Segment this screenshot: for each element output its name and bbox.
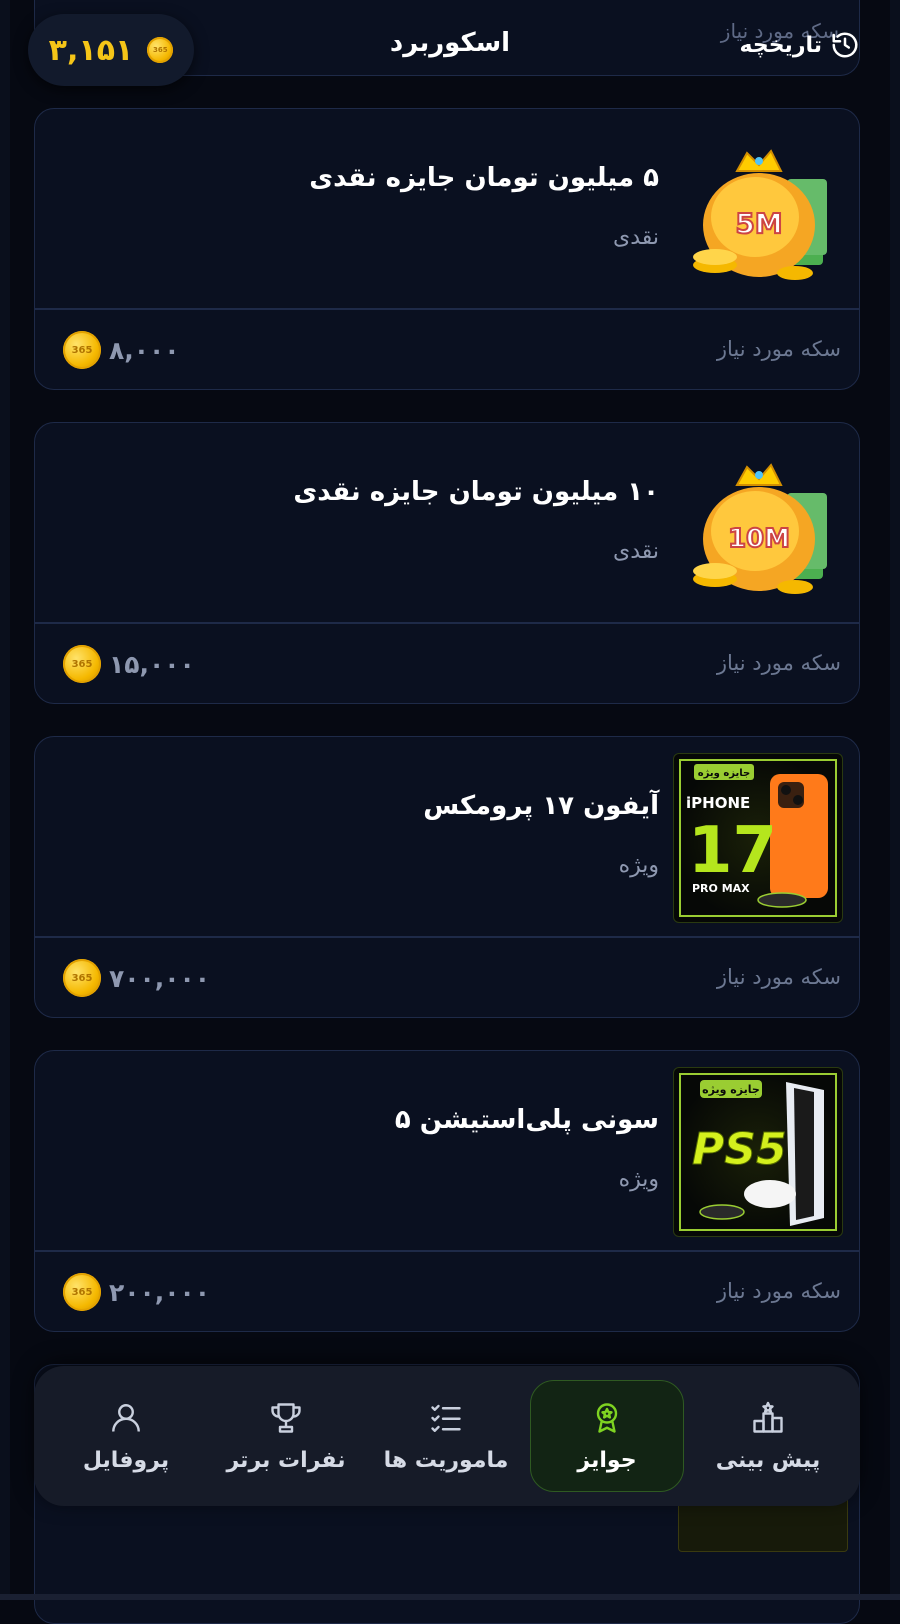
svg-text:iPHONE: iPHONE [686,794,750,812]
card-divider [35,308,859,310]
required-coins-label: سکه مورد نیاز [716,965,841,989]
trophy-icon [271,1402,301,1433]
card-divider [35,936,859,938]
prize-title: ۱۰ میلیون تومان جایزه نقدی [293,477,659,507]
prize-category: نقدی [612,539,659,564]
prize-card-body: 5M ۵ میلیون تومان جایزه نقدی نقدی [35,109,859,309]
cost-amount: ۲۰۰,۰۰۰ [109,1277,211,1307]
cost-amount: ۷۰۰,۰۰۰ [109,963,211,993]
history-label: تاریخچه [739,32,823,58]
nav-label: پروفایل [82,1447,170,1473]
prize-card[interactable]: جایزه ویژه PS5 سونی پلی‌استیشن ۵ ویژه سک… [34,1050,860,1332]
coin-icon: 365 [63,645,101,683]
svg-text:PS5: PS5 [692,1124,787,1175]
cost-amount: ۸,۰۰۰ [109,335,180,365]
svg-text:5M: 5M [735,207,782,240]
nav-item-missions[interactable]: ماموریت ها [370,1381,522,1491]
podium-icon [753,1401,783,1433]
svg-text:10M: 10M [728,524,790,554]
svg-text:PRO MAX: PRO MAX [692,882,750,895]
coin-icon: 365 [63,331,101,369]
nav-item-profile[interactable]: پروفایل [50,1381,202,1491]
card-divider [35,622,859,624]
prize-card-body: جایزه ویژه iPHONE 17 PRO MAX آیفون ۱۷ پر… [35,737,859,937]
nav-label: جوایز [577,1447,637,1473]
svg-text:جایزه ویژه: جایزه ویژه [702,1083,760,1096]
history-button[interactable]: تاریخچه [740,30,861,60]
coin-icon: 365 [63,959,101,997]
prize-cost: 365 ۸,۰۰۰ [63,331,180,369]
cost-amount: ۱۵,۰۰۰ [109,649,195,679]
award-icon [596,1402,618,1433]
prize-title: آیفون ۱۷ پرومکس [423,791,659,821]
nav-item-predictions[interactable]: پیش بینی [692,1381,844,1491]
required-coins-label: سکه مورد نیاز [716,651,841,675]
checklist-icon [431,1404,461,1432]
prize-title: ۵ میلیون تومان جایزه نقدی [309,163,659,193]
nav-item-leaderboard[interactable]: نفرات برتر [210,1381,362,1491]
home-indicator [0,1594,900,1600]
money-bag-icon: 10M [675,439,843,607]
prize-category: ویژه [618,853,659,878]
svg-text:17: 17 [688,814,777,888]
history-icon [832,32,858,58]
bottom-navigation: پیش بینی جوایز ماموریت ها نفرات برتر پرو… [34,1366,860,1506]
prize-cost: 365 ۷۰۰,۰۰۰ [63,959,210,997]
prize-card-body: 10M ۱۰ میلیون تومان جایزه نقدی نقدی [35,423,859,623]
prize-category: ویژه [618,1167,659,1192]
nav-label: ماموریت ها [383,1447,509,1473]
prize-card-body: جایزه ویژه PS5 سونی پلی‌استیشن ۵ ویژه [35,1051,859,1251]
prize-category: نقدی [612,225,659,250]
prize-card[interactable]: 5M ۵ میلیون تومان جایزه نقدی نقدی سکه مو… [34,108,860,390]
nav-item-prizes[interactable]: جوایز [530,1380,684,1492]
nav-label: پیش بینی [715,1447,821,1473]
playstation-image: جایزه ویژه PS5 [673,1067,843,1237]
user-icon [112,1403,140,1432]
left-edge [0,0,10,1600]
nav-label: نفرات برتر [226,1447,346,1473]
svg-text:جایزه ویژه: جایزه ویژه [698,768,750,779]
money-bag-icon: 5M [675,125,843,293]
prize-cost: 365 ۱۵,۰۰۰ [63,645,195,683]
app-root: سکه مورد نیاز ۳,۱۵۱ 365 اسکوربرد تاریخچه [0,0,900,1624]
prize-cost: 365 ۲۰۰,۰۰۰ [63,1273,210,1311]
prize-card[interactable]: جایزه ویژه iPHONE 17 PRO MAX آیفون ۱۷ پر… [34,736,860,1018]
prize-card[interactable]: 10M ۱۰ میلیون تومان جایزه نقدی نقدی سکه … [34,422,860,704]
required-coins-label: سکه مورد نیاز [716,337,841,361]
coin-icon: 365 [63,1273,101,1311]
card-divider [35,1250,859,1252]
prize-title: سونی پلی‌استیشن ۵ [394,1105,659,1135]
iphone-image: جایزه ویژه iPHONE 17 PRO MAX [673,753,843,923]
right-edge [890,0,900,1600]
required-coins-label: سکه مورد نیاز [716,1279,841,1303]
